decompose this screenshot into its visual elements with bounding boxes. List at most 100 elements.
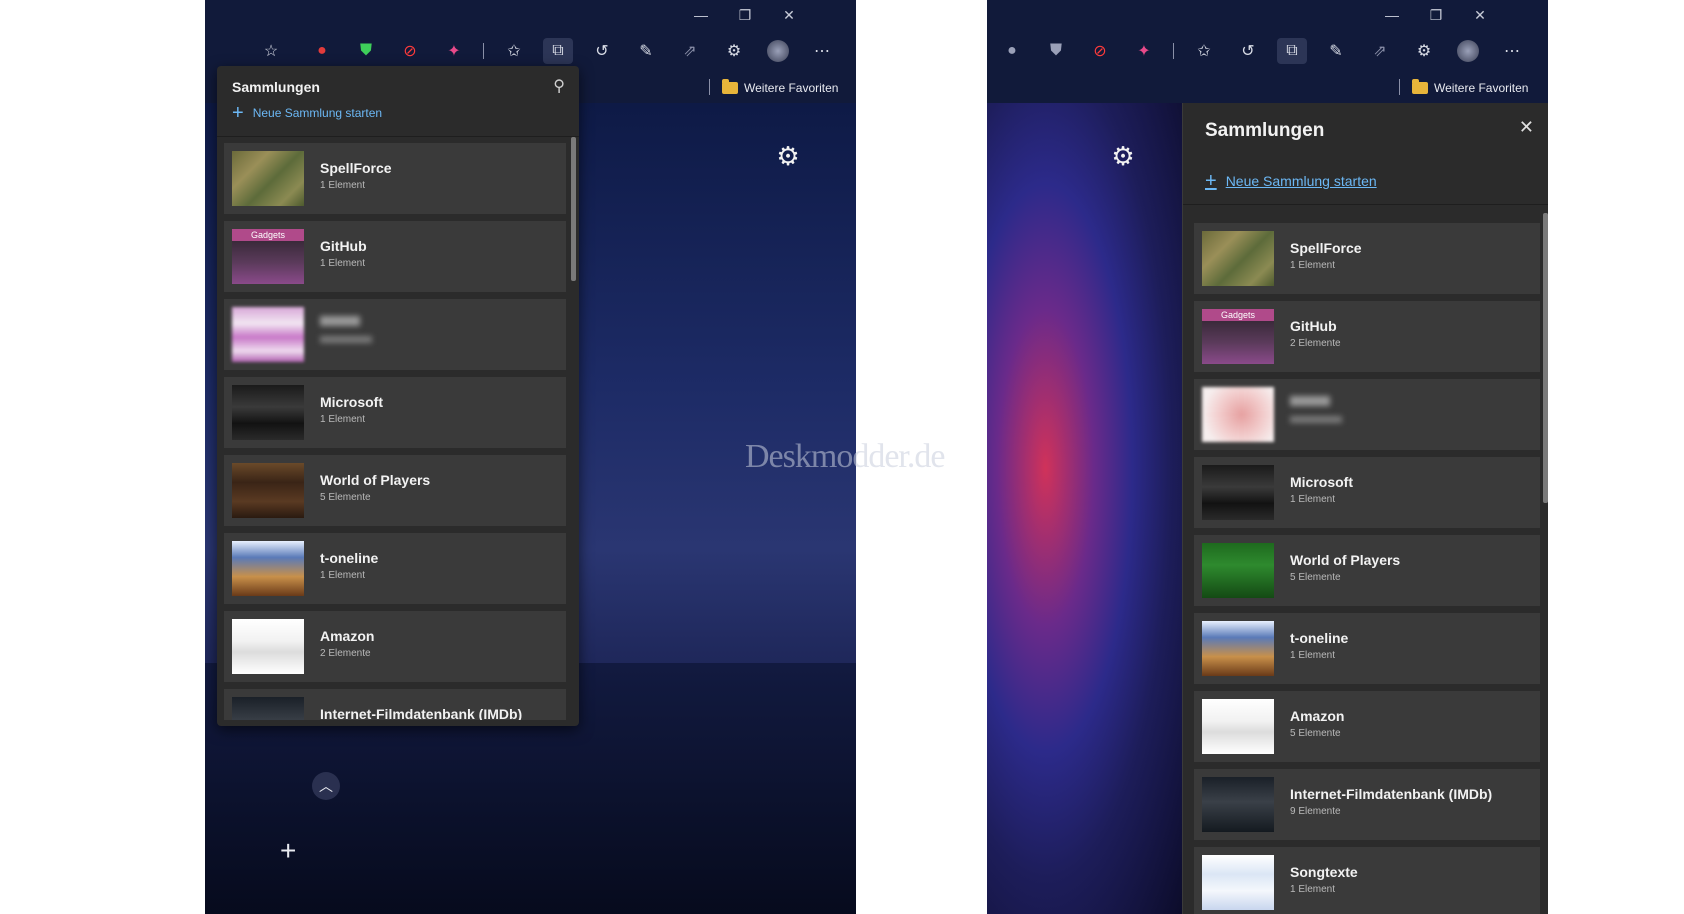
share-icon[interactable]: ⇗ (675, 38, 705, 64)
title-bar: — ❐ ✕ (205, 0, 856, 30)
favbar-separator (1399, 79, 1400, 95)
collection-count: 1 Element (320, 414, 366, 425)
collection-item[interactable]: World of Players 5 Elemente (224, 455, 566, 526)
collection-item[interactable] (224, 299, 566, 370)
toolbar-separator (483, 43, 484, 59)
collection-item[interactable]: World of Players 5 Elemente (1194, 535, 1540, 606)
share-icon[interactable]: ⇗ (1365, 38, 1395, 64)
close-pane-icon[interactable]: ✕ (1519, 117, 1534, 138)
ublock-icon[interactable]: ● (307, 38, 337, 64)
web-capture-icon[interactable]: ✎ (631, 38, 661, 64)
page-settings-gear-icon[interactable]: ⚙ (775, 143, 801, 169)
ublock-icon[interactable]: ● (997, 38, 1027, 64)
restore-button[interactable]: ❐ (723, 4, 767, 26)
favorites-bar: Weitere Favoriten (987, 72, 1548, 103)
collection-item[interactable] (1194, 379, 1540, 450)
extensions-icon[interactable]: ⚙ (1409, 38, 1439, 64)
collection-thumbnail (1202, 465, 1274, 520)
collection-count: 1 Element (1290, 260, 1336, 271)
collection-item[interactable]: Gadgets GitHub 2 Elemente (1194, 301, 1540, 372)
other-favorites-label: Weitere Favoriten (744, 81, 839, 95)
right-browser-window: — ❐ ✕ ● ⛊ ⊘ ✦ ✩ ↺ ⧉ ✎ ⇗ ⚙ ⋯ Weitere Favo… (987, 0, 1548, 914)
collection-thumbnail: Gadgets (232, 229, 304, 284)
collection-thumbnail (232, 541, 304, 596)
collection-item[interactable]: t-oneline 1 Element (224, 533, 566, 604)
extensions-icon[interactable]: ⚙ (719, 38, 749, 64)
collection-title: SpellForce (1290, 240, 1362, 256)
shield-extension-icon[interactable]: ⛊ (1041, 38, 1071, 64)
more-options-icon[interactable]: ⋯ (1497, 38, 1527, 64)
pin-icon[interactable]: ⚲ (553, 76, 565, 96)
collection-item[interactable]: SpellForce 1 Element (224, 143, 566, 214)
scrollbar-thumb[interactable] (1543, 213, 1548, 503)
shield-extension-icon[interactable]: ⛊ (351, 38, 381, 64)
folder-icon (1412, 79, 1428, 94)
minimize-button[interactable]: — (1370, 4, 1414, 26)
collection-title (320, 316, 360, 326)
restore-button[interactable]: ❐ (1414, 4, 1458, 26)
collection-count: 1 Element (320, 180, 366, 191)
collections-icon[interactable]: ⧉ (543, 38, 573, 64)
collection-item[interactable]: Amazon 2 Elemente (224, 611, 566, 682)
new-collection-button[interactable]: + Neue Sammlung starten (1205, 171, 1377, 191)
collection-thumbnail (232, 697, 304, 720)
web-capture-icon[interactable]: ✎ (1321, 38, 1351, 64)
collection-item[interactable]: Gadgets GitHub 1 Element (224, 221, 566, 292)
folder-icon (722, 79, 738, 94)
profile-avatar-icon[interactable] (1453, 38, 1483, 64)
add-favorite-icon[interactable]: ☆ (256, 38, 286, 64)
collection-count: 1 Element (1290, 650, 1336, 661)
collection-count: 5 Elemente (320, 492, 371, 503)
new-collection-label: Neue Sammlung starten (252, 106, 383, 120)
collections-icon[interactable]: ⧉ (1277, 38, 1307, 64)
favorites-icon[interactable]: ✩ (1189, 38, 1219, 64)
close-button[interactable]: ✕ (1458, 4, 1502, 26)
collection-item[interactable]: Microsoft 1 Element (1194, 457, 1540, 528)
collection-thumbnail (232, 463, 304, 518)
block-extension-icon[interactable]: ⊘ (395, 38, 425, 64)
history-icon[interactable]: ↺ (587, 38, 617, 64)
colorful-extension-icon[interactable]: ✦ (1129, 38, 1159, 64)
collection-count: 1 Element (320, 258, 366, 269)
close-button[interactable]: ✕ (767, 4, 811, 26)
colorful-extension-icon[interactable]: ✦ (439, 38, 469, 64)
collection-count: 5 Elemente (1290, 728, 1341, 739)
scroll-up-button[interactable]: ︿ (312, 772, 340, 800)
collection-title: Internet-Filmdatenbank (IMDb) (320, 706, 523, 720)
title-bar: — ❐ ✕ (987, 0, 1548, 30)
collection-title: Amazon (1290, 708, 1345, 724)
collection-item[interactable]: Internet-Filmdatenbank (IMDb)9 Elemente (1194, 769, 1540, 840)
collection-item[interactable]: Songtexte 1 Element (1194, 847, 1540, 914)
collection-thumbnail (1202, 231, 1274, 286)
other-favorites-folder[interactable]: Weitere Favoriten (1412, 78, 1528, 98)
plus-icon: + (232, 102, 244, 124)
divider (217, 136, 579, 137)
favorites-icon[interactable]: ✩ (499, 38, 529, 64)
profile-avatar-icon[interactable] (763, 38, 793, 64)
collection-count: 1 Element (1290, 494, 1336, 505)
minimize-button[interactable]: — (679, 4, 723, 26)
collections-list: SpellForce 1 Element Gadgets GitHub 2 Elemen… (1194, 223, 1540, 914)
more-options-icon[interactable]: ⋯ (807, 38, 837, 64)
collection-item[interactable]: Internet-Filmdatenbank (IMDb)9 Elemente (224, 689, 566, 720)
page-settings-gear-icon[interactable]: ⚙ (1110, 143, 1136, 169)
collection-title: World of Players (320, 472, 431, 488)
new-collection-button[interactable]: + Neue Sammlung starten (232, 103, 382, 123)
collection-item[interactable]: Amazon 5 Elemente (1194, 691, 1540, 762)
collection-count (1290, 416, 1342, 423)
collection-item[interactable]: Microsoft 1 Element (224, 377, 566, 448)
collections-title: Sammlungen (1205, 120, 1325, 141)
plus-icon: + (1205, 170, 1217, 192)
collection-item[interactable]: t-oneline 1 Element (1194, 613, 1540, 684)
collection-title: SpellForce (320, 160, 392, 176)
collection-thumbnail: Gadgets (1202, 309, 1274, 364)
collection-count: 1 Element (320, 570, 366, 581)
collection-item[interactable]: SpellForce 1 Element (1194, 223, 1540, 294)
scrollbar-thumb[interactable] (571, 137, 576, 281)
add-tile-icon[interactable]: + (280, 835, 296, 867)
collection-title: t-oneline (320, 550, 379, 566)
block-extension-icon[interactable]: ⊘ (1085, 38, 1115, 64)
other-favorites-folder[interactable]: Weitere Favoriten (722, 78, 838, 98)
history-icon[interactable]: ↺ (1233, 38, 1263, 64)
collections-title: Sammlungen (232, 79, 320, 95)
